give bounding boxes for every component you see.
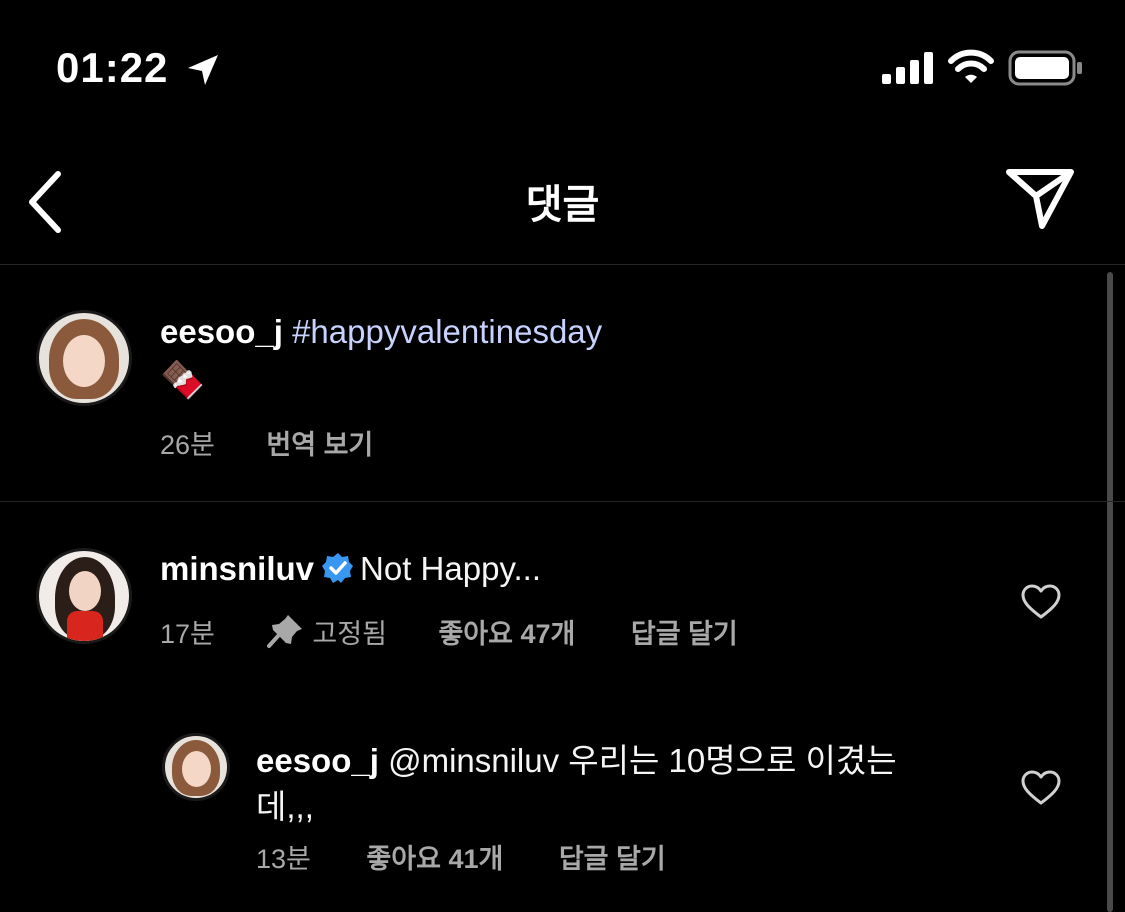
likes-prefix: 좋아요: [438, 619, 513, 649]
caption-username[interactable]: eesoo_j: [160, 313, 283, 350]
heart-icon[interactable]: [1021, 770, 1061, 806]
avatar-dress: [67, 611, 103, 641]
reply-button[interactable]: 답글 달기: [631, 619, 738, 649]
hashtag-link[interactable]: #happyvalentinesday: [292, 313, 602, 350]
comment-meta: 17분 고정됨 좋아요 47개 답글 달기: [160, 612, 738, 651]
wifi-icon: [948, 49, 994, 83]
chocolate-emoji: 🍫: [160, 359, 205, 400]
caption-meta: 26분 번역 보기: [160, 423, 373, 462]
reply-body: 우리는 10명으로 이겼는: [568, 742, 897, 779]
likes-count: 47개: [520, 619, 576, 649]
avatar-face: [69, 571, 101, 611]
likes-count-button[interactable]: 좋아요 47개: [438, 619, 575, 649]
cellular-signal-icon: [882, 52, 933, 84]
reply-time: 13분: [256, 844, 311, 874]
likes-count-button[interactable]: 좋아요 41개: [366, 844, 503, 874]
reply-button[interactable]: 답글 달기: [559, 844, 666, 874]
avatar[interactable]: [162, 733, 230, 801]
status-time: 01:22: [56, 44, 169, 91]
reply-text-line1: eesoo_j @minsniluv 우리는 10명으로 이겼는: [256, 734, 897, 782]
reply-text-line2: 데,,,: [256, 788, 314, 825]
mention-link[interactable]: @minsniluv: [388, 742, 559, 779]
top-nav-bar: 댓글: [0, 140, 1125, 265]
likes-prefix: 좋아요: [366, 844, 441, 874]
reply-meta: 13분 좋아요 41개 답글 달기: [256, 837, 666, 876]
status-bar: 01:22: [0, 0, 1125, 140]
battery-icon: [1008, 50, 1082, 86]
avatar[interactable]: [36, 310, 132, 406]
likes-count: 41개: [448, 844, 504, 874]
comment-body: Not Happy...: [360, 550, 541, 587]
post-caption: eesoo_j #happyvalentinesday 🍫 26분 번역 보기: [0, 265, 1125, 502]
caption-time: 26분: [160, 430, 215, 460]
heart-icon[interactable]: [1021, 584, 1061, 620]
location-arrow-icon: [188, 55, 218, 85]
reply-username[interactable]: eesoo_j: [256, 742, 379, 779]
comment-time: 17분: [160, 619, 215, 649]
translate-button[interactable]: 번역 보기: [266, 430, 373, 460]
pin-icon: [267, 615, 303, 648]
avatar[interactable]: [36, 548, 132, 644]
avatar-face: [182, 751, 211, 787]
verified-badge-icon: [322, 553, 354, 583]
comment-username[interactable]: minsniluv: [160, 550, 314, 587]
paper-plane-icon[interactable]: [1004, 166, 1076, 230]
caption-text: eesoo_j #happyvalentinesday: [160, 313, 602, 351]
page-title: 댓글: [525, 183, 600, 227]
pinned-indicator: 고정됨: [266, 615, 387, 649]
avatar-face: [63, 335, 105, 387]
comment-text: minsniluv Not Happy...: [160, 550, 541, 588]
pinned-label: 고정됨: [312, 619, 387, 649]
